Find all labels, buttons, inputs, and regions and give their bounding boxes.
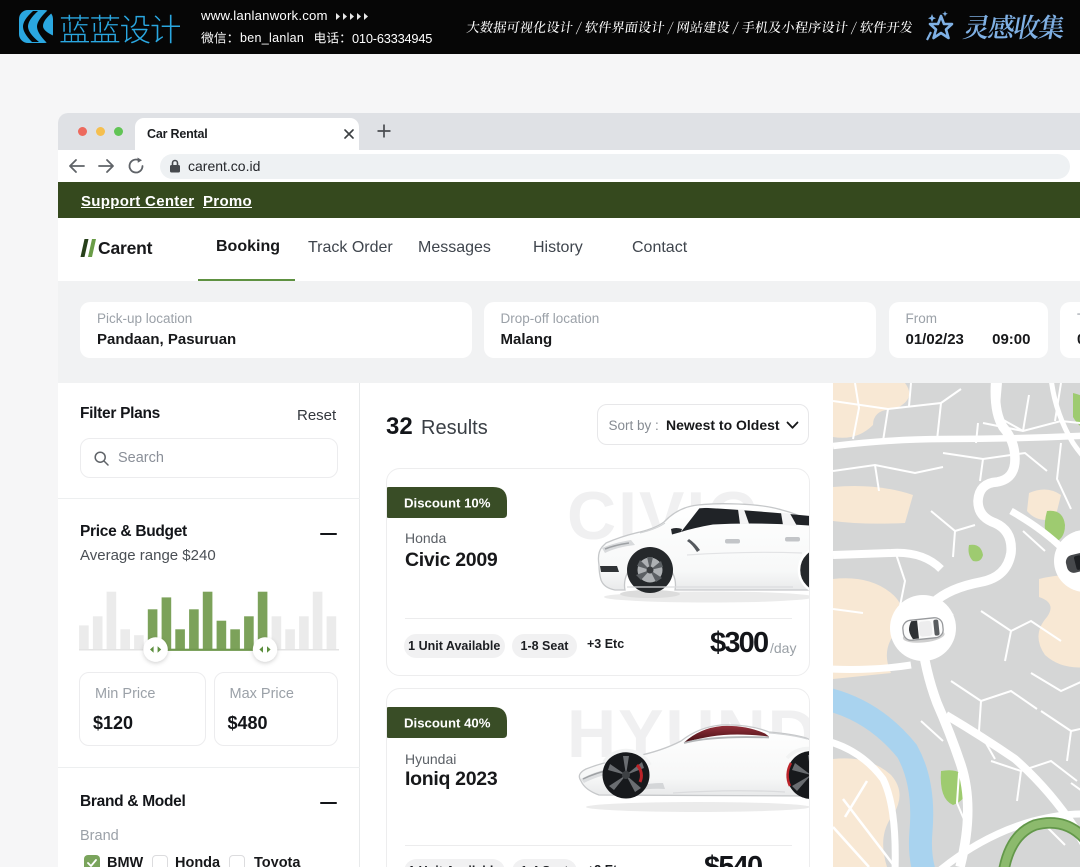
- svg-text:Discount 10%: Discount 10%: [404, 496, 491, 511]
- svg-text:Discount 40%: Discount 40%: [404, 716, 491, 731]
